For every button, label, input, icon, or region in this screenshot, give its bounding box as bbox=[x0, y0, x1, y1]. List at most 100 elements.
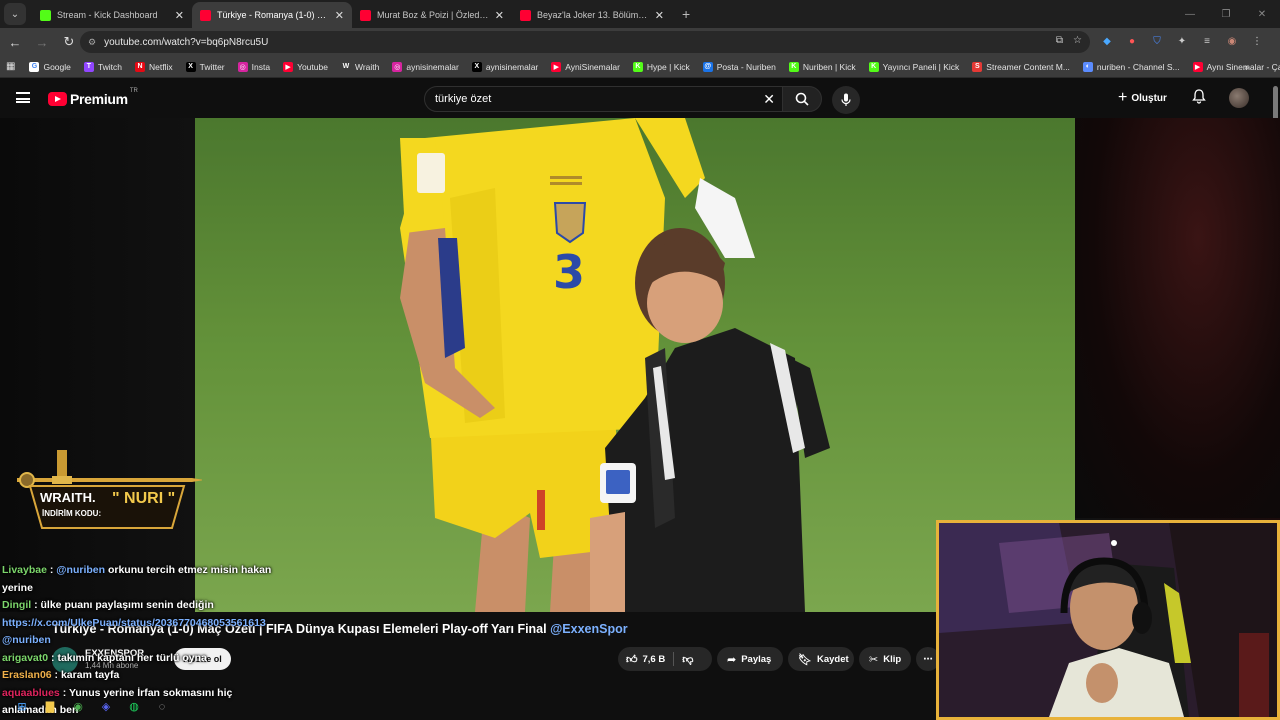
bookmark-favicon-icon: K bbox=[788, 61, 799, 72]
bookmark-item[interactable]: Xaynisinemalar bbox=[471, 61, 539, 72]
bookmark-label: nuriben - Channel S... bbox=[1096, 61, 1180, 72]
voice-search-button[interactable] bbox=[832, 86, 860, 114]
bookmark-item[interactable]: T Twitch bbox=[83, 61, 122, 72]
bookmark-item[interactable]: ▶Aynı Sinemalar - Ça... bbox=[1192, 61, 1280, 72]
chrome-icon[interactable]: ◉ bbox=[70, 699, 86, 715]
tab-title: Türkiye - Romanya (1-0) Maç Ö bbox=[217, 10, 329, 20]
close-window-icon[interactable]: ✕ bbox=[1244, 0, 1280, 28]
webcam-scene bbox=[939, 523, 1277, 717]
bookmark-favicon-icon: ◐ bbox=[1082, 61, 1093, 72]
chat-mention: @nuriben bbox=[56, 564, 106, 576]
share-label: Paylaş bbox=[741, 653, 772, 665]
promo-brand: WRAITH. bbox=[40, 490, 96, 505]
bookmark-item[interactable]: K Yayıncı Paneli | Kick bbox=[868, 61, 960, 72]
bookmark-item[interactable]: ◎ aynisinemalar bbox=[392, 61, 459, 72]
bookmark-label: Nuriben | Kick bbox=[802, 61, 856, 72]
menu-icon[interactable] bbox=[16, 92, 30, 103]
thumbs-up-icon: 👍︎ bbox=[626, 653, 638, 666]
browser-toolbar: ← → ↻ ⚙ youtube.com/watch?v=bq6pN8rcu5U … bbox=[0, 28, 1280, 56]
like-button[interactable]: 👍︎ 7,6 B bbox=[618, 647, 673, 671]
promo-code-label: İNDİRİM KODU: bbox=[42, 509, 102, 518]
maximize-icon[interactable]: ❐ bbox=[1208, 0, 1244, 28]
shield-icon[interactable]: ⛉ bbox=[1150, 34, 1164, 48]
share-button[interactable]: ➦ Paylaş bbox=[717, 647, 783, 671]
back-icon[interactable]: ← bbox=[3, 30, 27, 54]
tab-murat-boz[interactable]: Murat Boz & Poizi | Özledim | M ✕ bbox=[352, 2, 512, 28]
ambient-glow bbox=[1075, 118, 1280, 518]
bookmark-item[interactable]: ▶ Youtube bbox=[283, 61, 328, 72]
create-label: Oluştur bbox=[1131, 92, 1167, 104]
minimize-icon[interactable]: — bbox=[1172, 0, 1208, 28]
bookmark-favicon-icon: N bbox=[134, 61, 145, 72]
windows-start-icon[interactable]: ⊞ bbox=[14, 699, 30, 715]
site-info-icon[interactable]: ⚙ bbox=[88, 37, 96, 48]
bookmark-favicon-icon: ▶ bbox=[551, 61, 562, 72]
promo-code: " NURI " bbox=[112, 490, 176, 507]
save-button[interactable]: 🔖︎ Kaydet bbox=[788, 647, 854, 671]
close-icon[interactable]: ✕ bbox=[335, 9, 344, 22]
bookmark-list: G Google T Twitch N Netflix X Twitter ◎ Insta ▶ You… bbox=[29, 61, 1280, 72]
tab-beyazla-joker[interactable]: Beyaz'la Joker 13. Bölüm - YouT ✕ bbox=[512, 2, 672, 28]
kebab-menu-icon[interactable]: ⋮ bbox=[1250, 34, 1264, 48]
search-input[interactable]: türkiye özet ✕ bbox=[424, 86, 788, 112]
more-bookmarks-icon[interactable]: » bbox=[1244, 62, 1249, 72]
os-taskbar: ⊞ ▇ ◉ ◈ ◍ ◌ bbox=[0, 693, 190, 720]
spotify-icon[interactable]: ◍ bbox=[126, 699, 142, 715]
tab-kick-dashboard[interactable]: Stream - Kick Dashboard ✕ bbox=[32, 2, 192, 28]
forward-icon[interactable]: → bbox=[30, 30, 54, 54]
bookmark-favicon-icon: X bbox=[185, 61, 196, 72]
bookmark-item[interactable]: W Wraith bbox=[340, 61, 379, 72]
folder-icon[interactable]: ▇ bbox=[42, 699, 58, 715]
account-avatar[interactable] bbox=[1229, 88, 1249, 108]
clear-icon[interactable]: ✕ bbox=[763, 91, 775, 108]
tab-youtube-video[interactable]: Türkiye - Romanya (1-0) Maç Ö ✕ bbox=[192, 2, 352, 28]
bookmark-item[interactable]: @ Posta - Nuriben bbox=[702, 61, 776, 72]
bookmark-item[interactable]: X Twitter bbox=[185, 61, 225, 72]
apps-grid-icon[interactable]: ▦ bbox=[6, 61, 15, 72]
install-app-icon[interactable]: ⧉ bbox=[1056, 35, 1063, 46]
extension-icon[interactable]: ● bbox=[1125, 34, 1139, 48]
bookmark-favicon-icon: T bbox=[83, 61, 94, 72]
bookmark-item[interactable]: G Google bbox=[29, 61, 71, 72]
bookmark-label: aynisinemalar bbox=[406, 61, 459, 72]
notifications-bell-icon[interactable] bbox=[1192, 89, 1206, 107]
youtube-play-icon bbox=[48, 92, 67, 106]
new-tab-button[interactable]: + bbox=[672, 6, 700, 28]
reload-icon[interactable]: ↻ bbox=[57, 30, 81, 54]
youtube-logo[interactable]: Premium TR bbox=[48, 88, 138, 107]
app-icon[interactable]: ◌ bbox=[154, 699, 170, 715]
search-button[interactable] bbox=[782, 86, 822, 112]
bookmark-item[interactable]: ▶ AyniSinemalar bbox=[551, 61, 620, 72]
channel-mention-link[interactable]: @ExxenSpor bbox=[550, 622, 628, 636]
discord-icon[interactable]: ◈ bbox=[98, 699, 114, 715]
profile-icon[interactable]: ◉ bbox=[1225, 34, 1239, 48]
bookmark-item[interactable]: ◐ nuriben - Channel S... bbox=[1082, 61, 1180, 72]
bookmark-favicon-icon: ◎ bbox=[237, 61, 248, 72]
bookmark-item[interactable]: ◎ Insta bbox=[237, 61, 270, 72]
bookmark-item[interactable]: K Nuriben | Kick bbox=[788, 61, 856, 72]
extension-icon[interactable]: ◆ bbox=[1100, 34, 1114, 48]
plus-icon: + bbox=[1118, 89, 1128, 106]
bookmark-label: Yayıncı Paneli | Kick bbox=[882, 61, 960, 72]
bookmark-item[interactable]: N Netflix bbox=[134, 61, 173, 72]
bookmark-item[interactable]: K Hype | Kick bbox=[632, 61, 690, 72]
create-button[interactable]: + Oluştur bbox=[1118, 89, 1167, 107]
svg-text:3: 3 bbox=[553, 245, 585, 299]
like-dislike-pill: 👍︎ 7,6 B 👎︎ bbox=[618, 647, 712, 671]
bookmark-star-icon[interactable]: ☆ bbox=[1073, 35, 1082, 46]
tab-title: Stream - Kick Dashboard bbox=[57, 10, 158, 20]
dislike-button[interactable]: 👎︎ bbox=[674, 647, 706, 671]
bookmark-label: aynisinemalar bbox=[485, 61, 539, 72]
tab-search-button[interactable]: ⌄ bbox=[4, 3, 26, 25]
media-controls-icon[interactable]: ≡ bbox=[1200, 34, 1214, 48]
close-icon[interactable]: ✕ bbox=[175, 9, 184, 22]
bookmark-label: Posta - Nuriben bbox=[716, 61, 776, 72]
url-text: youtube.com/watch?v=bq6pN8rcu5U bbox=[104, 36, 269, 48]
streamer-webcam bbox=[936, 520, 1280, 720]
bookmark-item[interactable]: S Streamer Content M... bbox=[972, 61, 1070, 72]
clip-button[interactable]: ✂ Klip bbox=[859, 647, 911, 671]
puzzle-icon[interactable]: ✦ bbox=[1175, 34, 1189, 48]
address-bar[interactable]: ⚙ youtube.com/watch?v=bq6pN8rcu5U ⧉ ☆ bbox=[80, 31, 1090, 53]
close-icon[interactable]: ✕ bbox=[655, 9, 664, 22]
close-icon[interactable]: ✕ bbox=[495, 9, 504, 22]
